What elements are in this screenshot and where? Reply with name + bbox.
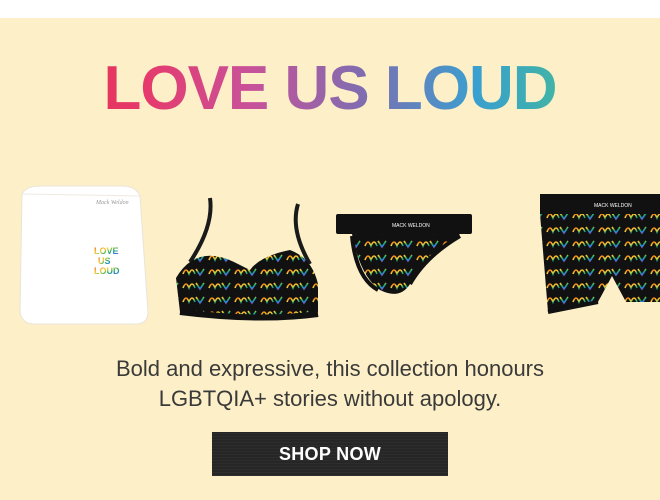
pocket-print: LOVE US LOUD bbox=[92, 242, 126, 276]
shop-now-button[interactable]: SHOP NOW bbox=[212, 432, 448, 476]
svg-text:MACK WELDON: MACK WELDON bbox=[392, 223, 430, 229]
promo-banner: LOVE US LOUD Mack Weldon LOVE US LOUD MA… bbox=[0, 18, 660, 500]
product-tshirt-image: Mack Weldon LOVE US LOUD bbox=[19, 185, 149, 325]
description-line-1: Bold and expressive, this collection hon… bbox=[115, 356, 545, 381]
svg-text:LOVE: LOVE bbox=[94, 246, 119, 256]
description-line-2: LGBTQIA+ stories without apology. bbox=[158, 386, 502, 411]
product-boxer-brief-image: MACK WELDON bbox=[540, 194, 660, 314]
svg-text:Mack Weldon: Mack Weldon bbox=[95, 200, 129, 206]
svg-text:MACK WELDON: MACK WELDON bbox=[594, 203, 632, 209]
collection-description: Bold and expressive, this collection hon… bbox=[0, 354, 660, 414]
headline: LOVE US LOUD bbox=[0, 58, 660, 120]
product-row: Mack Weldon LOVE US LOUD MACK WELDON MAC… bbox=[0, 166, 660, 336]
product-bralette-image bbox=[176, 197, 319, 321]
svg-text:LOUD: LOUD bbox=[94, 266, 120, 276]
svg-text:US: US bbox=[98, 256, 111, 266]
product-jockstrap-image: MACK WELDON bbox=[336, 214, 472, 294]
